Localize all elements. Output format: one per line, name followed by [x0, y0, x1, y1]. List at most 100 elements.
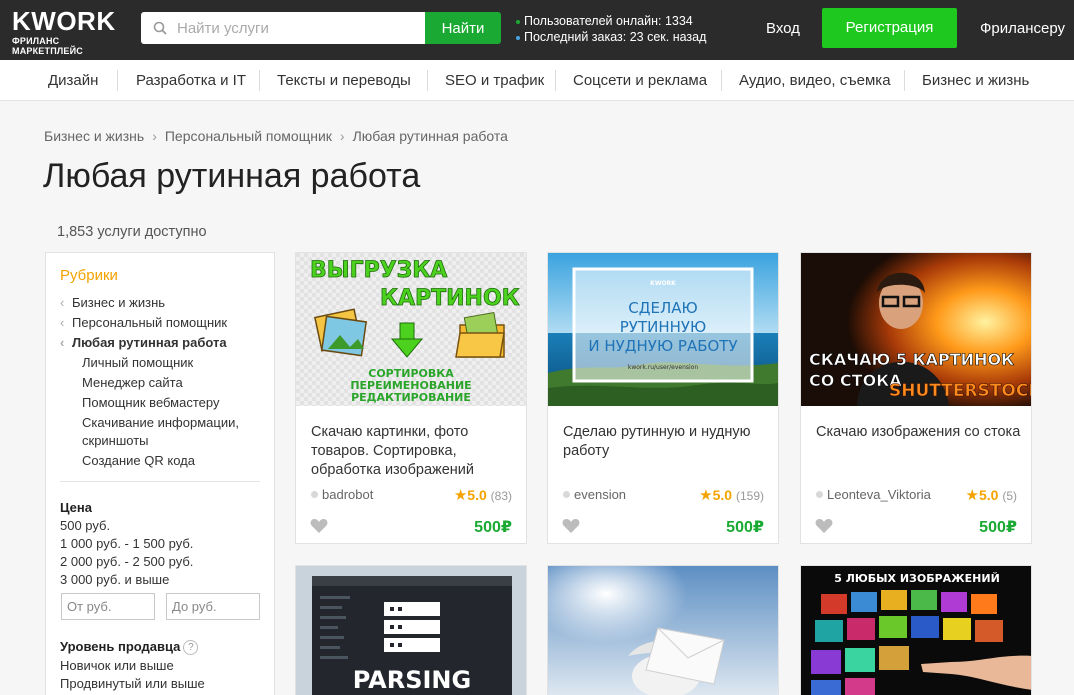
- site-stats: Пользователей онлайн: 1334 Последний зак…: [516, 13, 706, 45]
- price-option[interactable]: 1 000 руб. - 1 500 руб.: [60, 536, 193, 551]
- online-dot-icon: [516, 19, 520, 24]
- rubric-child[interactable]: Создание QR кода: [82, 453, 195, 468]
- service-card[interactable]: [547, 565, 779, 695]
- top-header: KWORK ФРИЛАНС МАРКЕТПЛЕЙС Найти Пользова…: [0, 0, 1074, 60]
- rubric-current[interactable]: ‹ Любая рутинная работа: [60, 335, 227, 350]
- nav-divider: [904, 70, 905, 91]
- register-button[interactable]: Регистрация: [822, 8, 957, 48]
- service-card[interactable]: ВЫГРУЗКА КАРТИНОК СОРТИРОВКА ПЕРЕИМЕНОВА…: [295, 252, 527, 544]
- rubric-child[interactable]: Помощник вебмастеру: [82, 395, 219, 410]
- service-image[interactable]: СКАЧАЮ 5 КАРТИНОК СО СТОКА SHUTTERSTOCK: [801, 253, 1031, 406]
- card2-img-line3: И НУДНУЮ РАБОТУ: [588, 337, 737, 355]
- rubrics-heading: Рубрики: [60, 267, 118, 284]
- service-price: 500₽: [474, 519, 512, 536]
- star-icon: ★: [965, 487, 979, 504]
- status-dot-icon: [311, 491, 318, 498]
- price-option[interactable]: 3 000 руб. и выше: [60, 572, 169, 587]
- rubric-label: Бизнес и жизнь: [72, 295, 166, 310]
- service-image-graphic: СКАЧАЮ 5 КАРТИНОК СО СТОКА SHUTTERSTOCK: [801, 253, 1031, 406]
- service-image[interactable]: KWORK СДЕЛАЮ РУТИННУЮ И НУДНУЮ РАБОТУ kw…: [548, 253, 778, 406]
- search-icon: [153, 21, 167, 35]
- status-dot-icon: [563, 491, 570, 498]
- service-title[interactable]: Сделаю рутинную и нудную работу: [563, 423, 768, 480]
- service-image-graphic: ВЫГРУЗКА КАРТИНОК СОРТИРОВКА ПЕРЕИМЕНОВА…: [296, 253, 526, 406]
- breadcrumb-item[interactable]: Персональный помощник: [165, 128, 332, 144]
- nav-divider: [259, 70, 260, 91]
- level-option[interactable]: Новичок или выше: [60, 658, 174, 673]
- card3-img-line1: СКАЧАЮ 5 КАРТИНОК: [809, 350, 1014, 369]
- service-title[interactable]: Скачаю изображения со стока: [816, 423, 1021, 480]
- price-heading: Цена: [60, 500, 92, 515]
- nav-divider: [555, 70, 556, 91]
- page-title: Любая рутинная работа: [43, 157, 421, 195]
- logo[interactable]: KWORK ФРИЛАНС МАРКЕТПЛЕЙС: [12, 8, 132, 56]
- heart-icon[interactable]: [310, 518, 328, 534]
- filter-sidebar: Рубрики ‹ Бизнес и жизнь ‹ Персональный по…: [45, 252, 275, 695]
- rating: ★5.0 (83): [454, 486, 512, 504]
- card4-img-text: PARSING: [353, 666, 471, 694]
- services-count: 1,853 услуги доступно: [57, 224, 207, 240]
- login-link[interactable]: Вход: [766, 20, 800, 37]
- card1-img-line2: КАРТИНОК: [380, 286, 520, 311]
- review-count: (159): [735, 489, 764, 503]
- level-option[interactable]: Продвинутый или выше: [60, 676, 205, 691]
- category-texts[interactable]: Тексты и переводы: [277, 60, 411, 101]
- service-image[interactable]: ВЫГРУЗКА КАРТИНОК СОРТИРОВКА ПЕРЕИМЕНОВА…: [296, 253, 526, 406]
- rubric-child-continued[interactable]: скриншоты: [82, 433, 149, 448]
- heart-icon[interactable]: [562, 518, 580, 534]
- price-option[interactable]: 500 руб.: [60, 518, 110, 533]
- card1-img-line1: ВЫГРУЗКА: [310, 258, 447, 283]
- seller-name[interactable]: badrobot: [311, 487, 429, 502]
- chevron-right-icon: ›: [152, 128, 157, 144]
- rubric-parent[interactable]: ‹ Бизнес и жизнь: [60, 295, 165, 310]
- price-from-input[interactable]: [61, 593, 155, 620]
- service-card[interactable]: PARSING: [295, 565, 527, 695]
- rubric-child[interactable]: Менеджер сайта: [82, 375, 183, 390]
- price-to-input[interactable]: [166, 593, 260, 620]
- category-design[interactable]: Дизайн: [48, 60, 98, 101]
- seller-name[interactable]: evension: [563, 487, 681, 502]
- service-image-graphic: 5 ЛЮБЫХ ИЗОБРАЖЕНИЙ: [801, 566, 1031, 695]
- seller-name[interactable]: Leonteva_Viktoria: [816, 487, 934, 502]
- service-image-graphic: [548, 566, 778, 695]
- star-icon: ★: [699, 487, 713, 504]
- price-option[interactable]: 2 000 руб. - 2 500 руб.: [60, 554, 193, 569]
- service-title[interactable]: Скачаю картинки, фото товаров. Сортировк…: [311, 423, 516, 480]
- breadcrumb: Бизнес и жизнь › Персональный помощник › Люб…: [44, 128, 508, 144]
- service-card[interactable]: СКАЧАЮ 5 КАРТИНОК СО СТОКА SHUTTERSTOCK …: [800, 252, 1032, 544]
- card3-img-line3: SHUTTERSTOCK: [889, 381, 1031, 401]
- nav-divider: [117, 70, 118, 91]
- service-price: 500₽: [726, 519, 764, 536]
- service-card[interactable]: KWORK СДЕЛАЮ РУТИННУЮ И НУДНУЮ РАБОТУ kw…: [547, 252, 779, 544]
- breadcrumb-item[interactable]: Бизнес и жизнь: [44, 128, 144, 144]
- category-seo[interactable]: SEO и трафик: [445, 60, 544, 101]
- category-audio-video[interactable]: Аудио, видео, съемка: [739, 60, 891, 101]
- nav-divider: [721, 70, 722, 91]
- search-button[interactable]: Найти: [425, 12, 501, 44]
- rubric-parent[interactable]: ‹ Персональный помощник: [60, 315, 227, 330]
- rubric-child[interactable]: Скачивание информации,: [82, 415, 239, 430]
- service-card[interactable]: 5 ЛЮБЫХ ИЗОБРАЖЕНИЙ: [800, 565, 1032, 695]
- category-business[interactable]: Бизнес и жизнь: [922, 60, 1029, 101]
- breadcrumb-item[interactable]: Любая рутинная работа: [353, 128, 508, 144]
- heart-icon[interactable]: [815, 518, 833, 534]
- help-icon[interactable]: ?: [183, 640, 199, 655]
- seller-label: evension: [574, 487, 627, 502]
- service-price: 500₽: [979, 519, 1017, 536]
- logo-wordmark: KWORK: [12, 6, 116, 36]
- status-dot-icon: [816, 491, 823, 498]
- nav-divider: [427, 70, 428, 91]
- category-social[interactable]: Соцсети и реклама: [573, 60, 707, 101]
- service-image-graphic: PARSING: [296, 566, 526, 695]
- seller-level-heading: Уровень продавца?: [60, 639, 199, 655]
- stat-last-order: Последний заказ: 23 сек. назад: [524, 30, 707, 44]
- freelancer-link[interactable]: Фрилансеру: [980, 20, 1065, 37]
- rubric-child[interactable]: Личный помощник: [82, 355, 193, 370]
- category-development[interactable]: Разработка и IT: [136, 60, 246, 101]
- chevron-left-icon: ‹: [60, 315, 65, 330]
- search-bar: Найти: [141, 12, 501, 44]
- search-input[interactable]: [177, 12, 417, 44]
- chevron-right-icon: ›: [339, 128, 345, 144]
- service-image-graphic: KWORK СДЕЛАЮ РУТИННУЮ И НУДНУЮ РАБОТУ kw…: [548, 253, 778, 406]
- rubric-label: Любая рутинная работа: [72, 335, 227, 350]
